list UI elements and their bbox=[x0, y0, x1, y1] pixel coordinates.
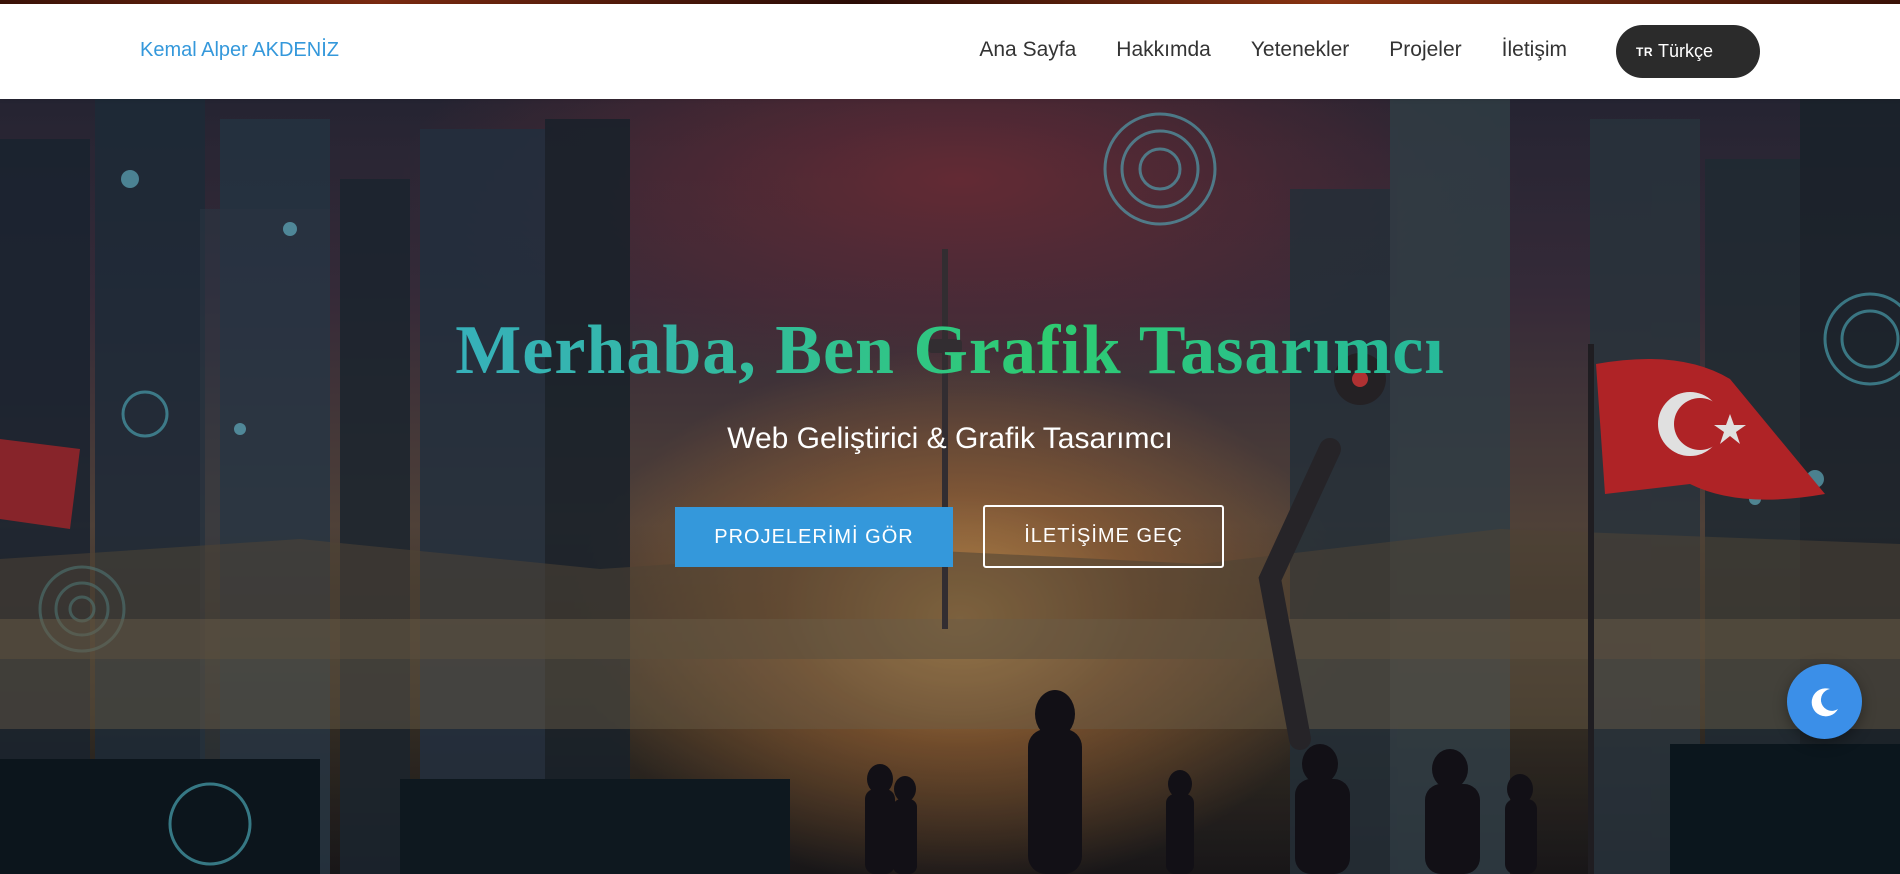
nav-link-projects[interactable]: Projeler bbox=[1389, 38, 1461, 62]
hero-section: Merhaba, Ben Grafik Tasarımcı Web Gelişt… bbox=[0, 99, 1900, 874]
nav-link-home[interactable]: Ana Sayfa bbox=[979, 38, 1076, 62]
nav-links: Ana Sayfa Hakkımda Yetenekler Projeler İ… bbox=[979, 38, 1567, 62]
view-projects-button[interactable]: PROJELERİMİ GÖR bbox=[675, 507, 953, 567]
hero-subtitle: Web Geliştirici & Grafik Tasarımcı bbox=[727, 422, 1173, 455]
brand-link[interactable]: Kemal Alper AKDENİZ bbox=[140, 39, 339, 62]
language-switcher-button[interactable]: TR Türkçe bbox=[1616, 25, 1760, 78]
contact-button[interactable]: İLETİŞİME GEÇ bbox=[983, 505, 1224, 568]
tr-flag-icon: TR bbox=[1636, 44, 1653, 59]
hero-overlay bbox=[0, 99, 1900, 874]
navbar: Kemal Alper AKDENİZ Ana Sayfa Hakkımda Y… bbox=[0, 4, 1900, 99]
hero-title: Merhaba, Ben Grafik Tasarımcı bbox=[0, 311, 1900, 391]
language-label: Türkçe bbox=[1658, 41, 1714, 61]
nav-link-contact[interactable]: İletişim bbox=[1502, 38, 1567, 62]
theme-toggle-button[interactable] bbox=[1787, 664, 1862, 739]
moon-icon bbox=[1811, 687, 1838, 716]
nav-link-about[interactable]: Hakkımda bbox=[1116, 38, 1211, 62]
nav-link-skills[interactable]: Yetenekler bbox=[1251, 38, 1349, 62]
